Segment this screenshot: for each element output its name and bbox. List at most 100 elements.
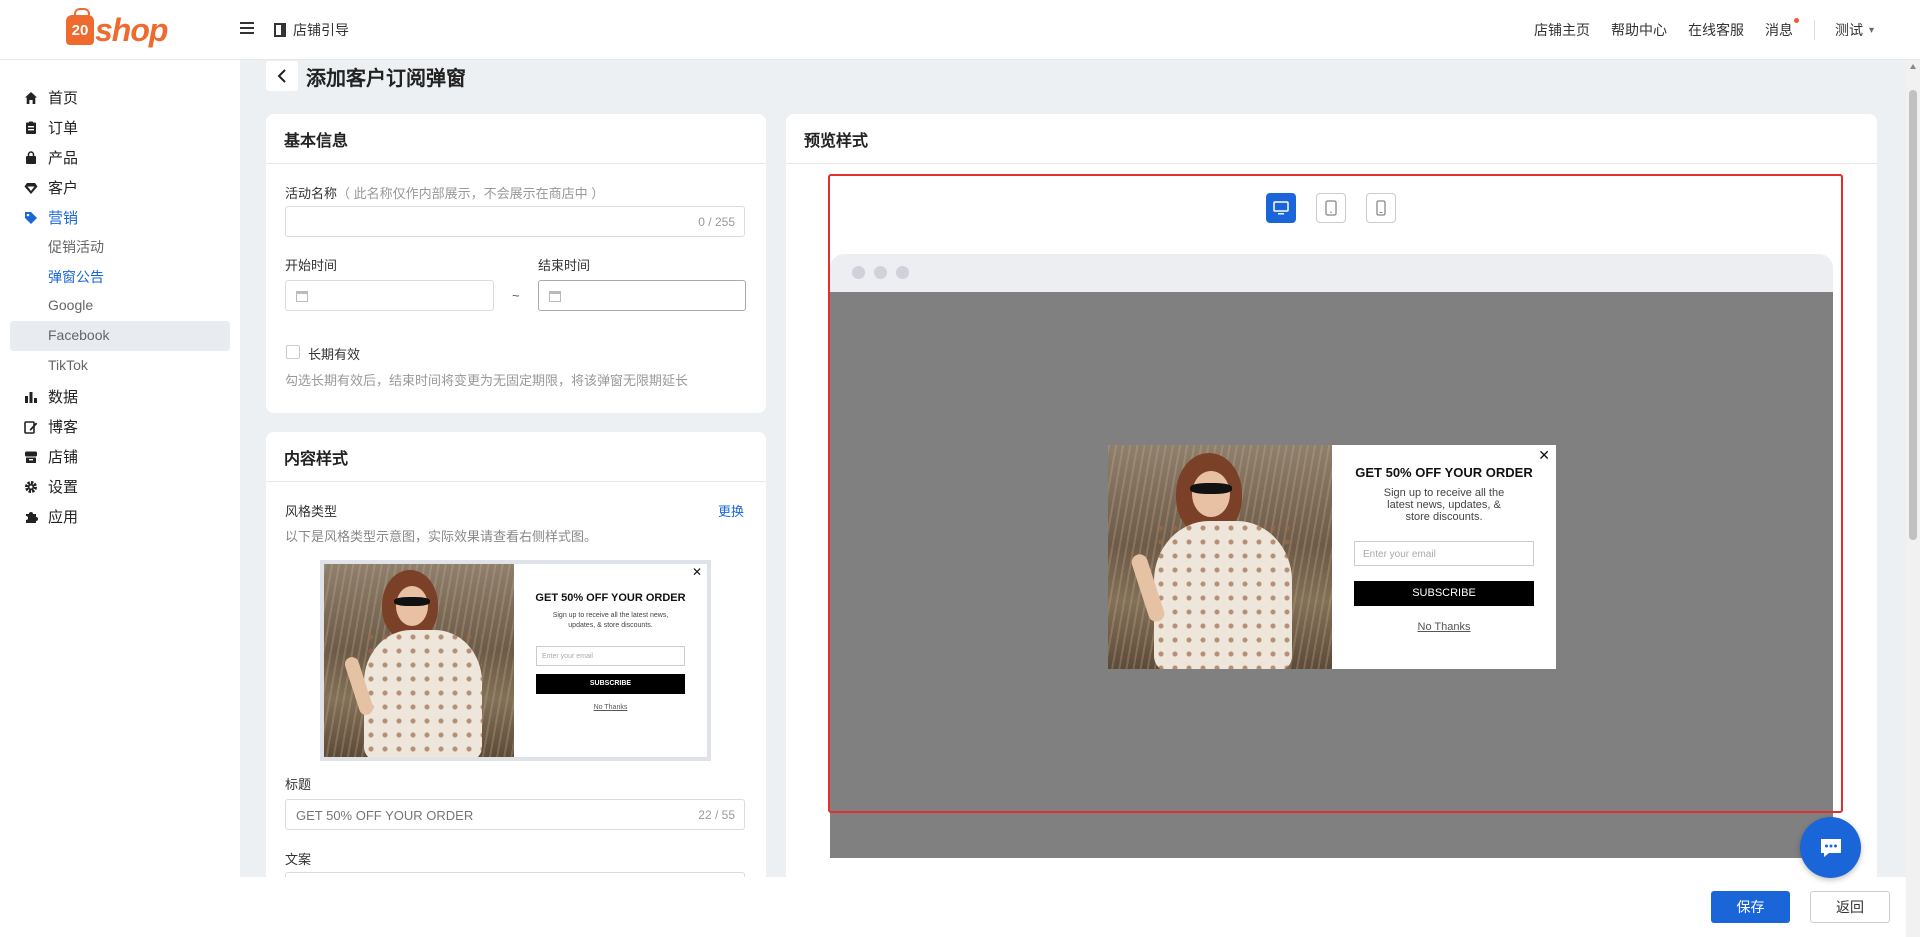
start-time-picker[interactable] bbox=[285, 280, 494, 311]
activity-name-hint: （ 此名称仅作内部展示，不会展示在商店中 ） bbox=[337, 186, 605, 201]
content-style-header: 内容样式 bbox=[266, 432, 766, 482]
tag-icon bbox=[24, 211, 38, 225]
return-button[interactable]: 返回 bbox=[1810, 891, 1890, 923]
popup-title: GET 50% OFF YOUR ORDER bbox=[535, 592, 686, 604]
sidebar-item-products[interactable]: 产品 bbox=[24, 147, 78, 168]
submenu-active-highlight bbox=[10, 321, 230, 351]
logo-text: shop bbox=[95, 11, 168, 48]
scrollbar-thumb[interactable] bbox=[1909, 90, 1917, 540]
sidebar-item-store[interactable]: 店铺 bbox=[24, 446, 78, 467]
sidebar-item-customers[interactable]: 客户 bbox=[24, 177, 78, 198]
sidebar-item-orders[interactable]: 订单 bbox=[24, 117, 78, 138]
edit-icon bbox=[24, 420, 38, 434]
messages-link[interactable]: 消息 bbox=[1764, 18, 1799, 40]
gear-icon bbox=[24, 480, 38, 494]
activity-name-input[interactable]: 0 / 255 bbox=[285, 206, 745, 237]
highlight-frame bbox=[828, 174, 1843, 813]
start-time-label: 开始时间 bbox=[285, 258, 338, 273]
chevron-left-icon bbox=[277, 69, 286, 83]
home-icon bbox=[24, 91, 38, 105]
popup-thumbnail: ✕ GET 50% OFF YOUR ORDER Sign up to rece… bbox=[324, 564, 707, 757]
submenu-item-popups[interactable]: 弹窗公告 bbox=[48, 267, 104, 287]
book-icon bbox=[274, 23, 286, 37]
close-icon: ✕ bbox=[691, 565, 702, 579]
store-guide-label: 店铺引导 bbox=[293, 22, 349, 38]
copy-label: 文案 bbox=[285, 852, 312, 867]
back-button[interactable] bbox=[266, 61, 298, 91]
popup-content: ✕ GET 50% OFF YOUR ORDER Sign up to rece… bbox=[514, 564, 707, 757]
submenu-item-tiktok[interactable]: TikTok bbox=[48, 357, 88, 373]
sidebar: 首页 订单 产品 客户 营销 促销活动 弹窗公告 Google Facebook… bbox=[0, 60, 240, 937]
sidebar-item-label: 产品 bbox=[48, 150, 79, 167]
menu-toggle-icon[interactable] bbox=[240, 22, 254, 36]
sidebar-item-label: 订单 bbox=[48, 120, 79, 137]
sidebar-item-marketing[interactable]: 营销 bbox=[24, 207, 78, 228]
title-input-value: GET 50% OFF YOUR ORDER bbox=[296, 808, 474, 823]
logo[interactable]: 20 shop bbox=[66, 8, 168, 50]
chat-button[interactable] bbox=[1800, 817, 1861, 878]
store-icon bbox=[24, 450, 38, 464]
scroll-up-icon bbox=[1910, 64, 1916, 69]
user-name: 测试 bbox=[1834, 22, 1863, 38]
sidebar-item-label: 首页 bbox=[48, 90, 79, 107]
logo-badge: 20 bbox=[66, 8, 94, 45]
bottom-action-bar bbox=[240, 877, 1906, 937]
sidebar-item-label: 客户 bbox=[48, 180, 79, 197]
sidebar-item-home[interactable]: 首页 bbox=[24, 87, 78, 108]
user-menu[interactable]: 测试 ▾ bbox=[1835, 20, 1874, 40]
sidebar-item-analytics[interactable]: 数据 bbox=[24, 386, 78, 407]
basic-info-header: 基本信息 bbox=[266, 114, 766, 164]
submenu-item-facebook[interactable]: Facebook bbox=[48, 327, 109, 343]
long-term-label: 长期有效 bbox=[308, 347, 361, 362]
long-term-hint: 勾选长期有效后，结束时间将变更为无固定期限，将该弹窗无限期延长 bbox=[285, 373, 689, 388]
page-title: 添加客户订阅弹窗 bbox=[306, 68, 466, 90]
end-time-label: 结束时间 bbox=[538, 258, 591, 273]
char-counter: 0 / 255 bbox=[698, 215, 735, 229]
sidebar-item-label: 应用 bbox=[48, 509, 79, 526]
sidebar-item-settings[interactable]: 设置 bbox=[24, 476, 78, 497]
chart-icon bbox=[24, 390, 38, 404]
save-button[interactable]: 保存 bbox=[1711, 891, 1790, 923]
model-photo bbox=[324, 564, 514, 757]
title-input[interactable]: GET 50% OFF YOUR ORDER 22 / 55 bbox=[285, 799, 745, 830]
style-type-label: 风格类型 bbox=[285, 504, 338, 519]
help-center-link[interactable]: 帮助中心 bbox=[1611, 20, 1667, 40]
sidebar-item-blog[interactable]: 博客 bbox=[24, 416, 78, 437]
online-support-link[interactable]: 在线客服 bbox=[1688, 20, 1744, 40]
submenu-item-google[interactable]: Google bbox=[48, 297, 93, 313]
calendar-icon bbox=[296, 291, 308, 302]
popup-no-thanks: No Thanks bbox=[593, 704, 628, 711]
preview-header: 预览样式 bbox=[786, 114, 1877, 164]
sidebar-item-apps[interactable]: 应用 bbox=[24, 506, 78, 527]
popup-subscribe-button: SUBSCRIBE bbox=[536, 674, 685, 694]
diamond-icon bbox=[24, 181, 38, 195]
basic-info-card: 基本信息 bbox=[266, 114, 766, 413]
puzzle-icon bbox=[24, 510, 38, 524]
sidebar-item-label: 数据 bbox=[48, 389, 79, 406]
activity-name-label: 活动名称（ 此名称仅作内部展示，不会展示在商店中 ） bbox=[285, 183, 604, 202]
long-term-checkbox[interactable] bbox=[286, 345, 300, 359]
top-bar: 20 shop 店铺引导 店铺主页 帮助中心 在线客服 消息 测试 ▾ bbox=[0, 0, 1920, 60]
top-nav: 店铺主页 帮助中心 在线客服 消息 测试 ▾ bbox=[1534, 0, 1920, 60]
style-thumbnail: ✕ GET 50% OFF YOUR ORDER Sign up to rece… bbox=[320, 560, 711, 761]
submenu-item-promotions[interactable]: 促销活动 bbox=[48, 237, 104, 257]
popup-email-input: Enter your email bbox=[536, 646, 685, 666]
style-type-hint: 以下是风格类型示意图，实际效果请查看右侧样式图。 bbox=[285, 529, 598, 544]
activity-name-text: 活动名称 bbox=[285, 186, 338, 201]
store-guide-link[interactable]: 店铺引导 bbox=[274, 20, 349, 40]
popup-subtitle: Sign up to receive all the latest news, … bbox=[552, 612, 669, 629]
calendar-icon bbox=[549, 291, 561, 302]
sidebar-item-label: 设置 bbox=[48, 479, 79, 496]
sidebar-item-label: 博客 bbox=[48, 419, 79, 436]
chevron-down-icon: ▾ bbox=[1868, 24, 1874, 36]
sidebar-item-label: 营销 bbox=[48, 210, 79, 227]
messages-label: 消息 bbox=[1764, 22, 1793, 38]
divider bbox=[1813, 20, 1815, 40]
store-home-link[interactable]: 店铺主页 bbox=[1534, 20, 1590, 40]
end-time-picker[interactable] bbox=[538, 280, 746, 311]
change-style-link[interactable]: 更换 bbox=[718, 501, 744, 520]
sidebar-item-label: 店铺 bbox=[48, 449, 79, 466]
page-scrollbar[interactable] bbox=[1906, 60, 1920, 937]
bag-icon bbox=[24, 150, 38, 165]
order-icon bbox=[24, 121, 38, 135]
